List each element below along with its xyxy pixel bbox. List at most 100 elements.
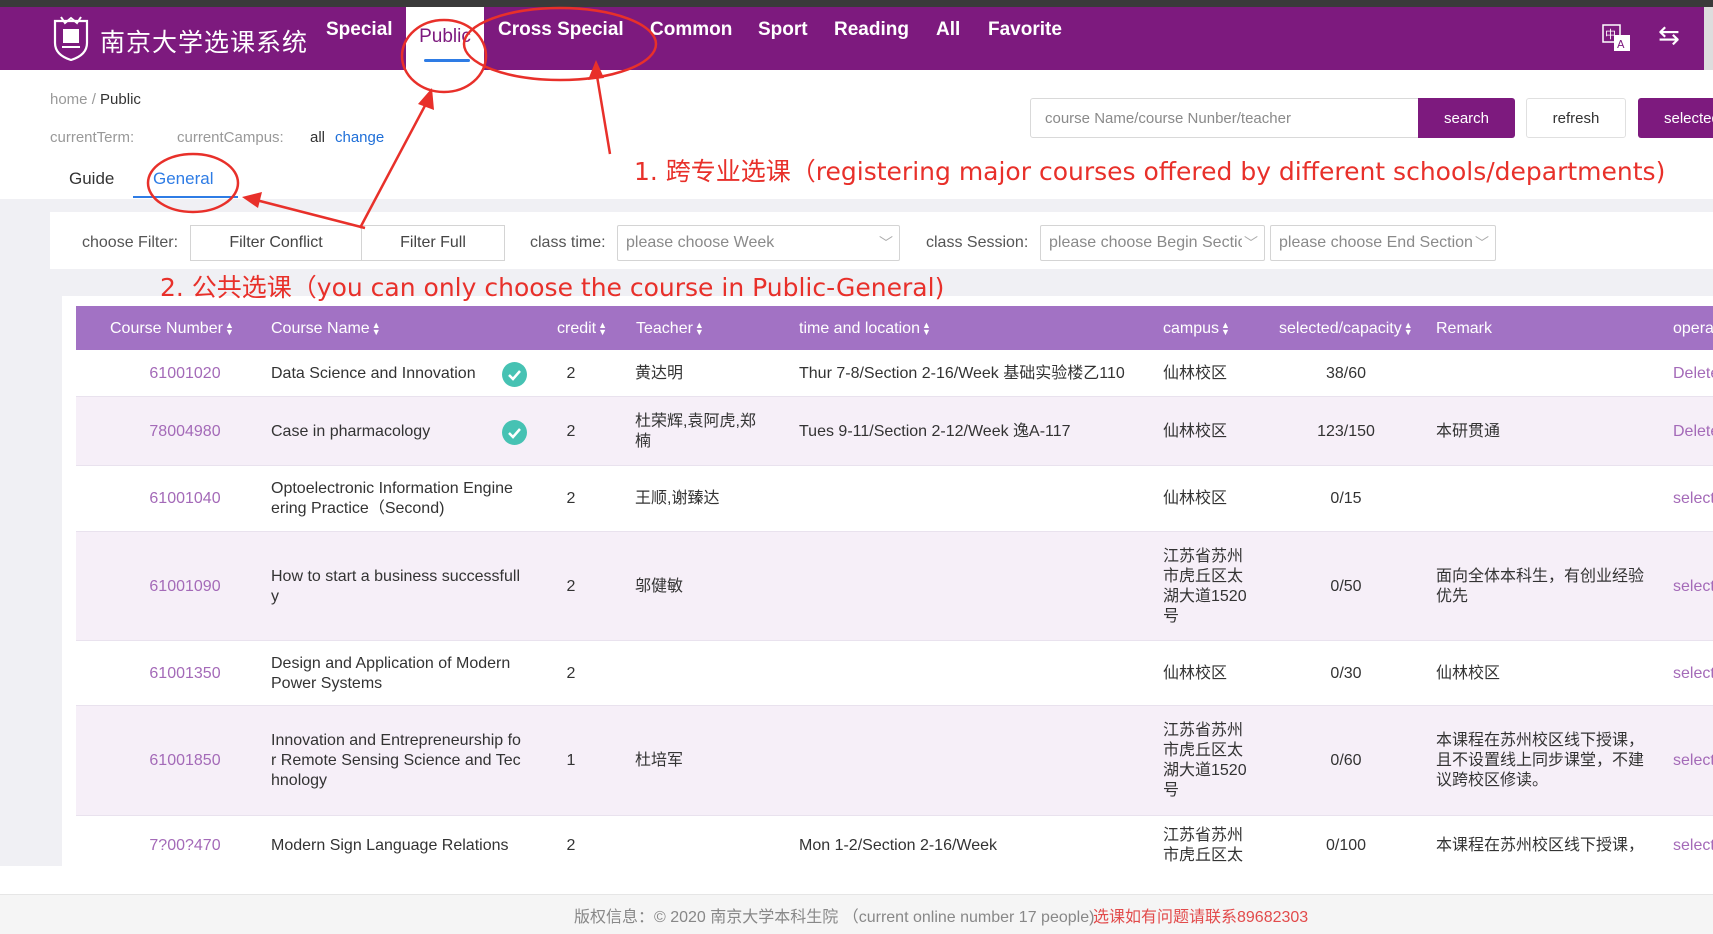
swap-arrows-icon[interactable]: ⇆: [1658, 20, 1680, 51]
course-number-link[interactable]: 61001020: [130, 350, 240, 397]
nav-reading[interactable]: Reading: [834, 19, 909, 41]
operate-link[interactable]: select: [1673, 466, 1713, 532]
col-remark: Remark: [1436, 320, 1493, 337]
campus-value: 江苏省苏州市虎丘区太湖大道1520号: [1163, 722, 1247, 799]
class-session-label: class Session:: [926, 234, 1029, 251]
tab-guide[interactable]: Guide: [69, 169, 114, 189]
remark-text: 本研贯通: [1436, 422, 1501, 440]
selected-courses-button[interactable]: selected: [1638, 98, 1713, 138]
course-number-link[interactable]: 78004980: [130, 397, 240, 466]
teacher-name: 黄达明: [635, 364, 684, 382]
week-select[interactable]: please choose Week ﹀: [617, 225, 900, 261]
sort-icon[interactable]: ▲ ▼: [372, 320, 381, 336]
language-switch-icon[interactable]: 中 A: [1602, 24, 1632, 52]
teacher-name: 邬健敏: [635, 577, 684, 595]
breadcrumb-separator: /: [91, 91, 96, 108]
arrowhead: [418, 88, 434, 110]
end-section-placeholder: please choose End Section: [1279, 234, 1473, 251]
sort-icon[interactable]: ▲ ▼: [225, 320, 234, 336]
filter-conflict-button[interactable]: Filter Conflict: [190, 225, 362, 261]
table-row: 61001850 Innovation and Entrepreneurship …: [76, 706, 1713, 816]
current-term-label: currentTerm:: [50, 129, 135, 146]
filter-full-button[interactable]: Filter Full: [361, 225, 505, 261]
remark-text: [1436, 466, 1656, 532]
capacity-value: 0/50: [1330, 577, 1362, 595]
table-row: 61001090 How to start a business successf…: [76, 532, 1713, 641]
course-name: How to start a business successfully: [271, 567, 520, 605]
nav-special[interactable]: Special: [326, 19, 393, 41]
table-row: 61001350 Design and Application of Modern…: [76, 641, 1713, 706]
teacher-name: 杜荣辉,袁阿虎,郑楠: [635, 412, 756, 450]
col-campus[interactable]: campus ▲ ▼: [1163, 320, 1230, 338]
selected-check-icon: [502, 419, 527, 445]
site-title: 南京大学选课系统: [100, 29, 309, 57]
end-section-select[interactable]: please choose End Section ﹀: [1270, 225, 1496, 261]
col-course-name[interactable]: Course Name ▲ ▼: [271, 320, 381, 338]
breadcrumb-home[interactable]: home: [50, 91, 88, 108]
search-button[interactable]: search: [1418, 98, 1515, 138]
teacher-name: [635, 641, 765, 706]
nav-all[interactable]: All: [936, 19, 960, 41]
capacity-value: 0/30: [1330, 664, 1362, 682]
operate-link[interactable]: select: [1673, 706, 1713, 816]
breadcrumb: home / Public: [50, 91, 141, 108]
nav-common[interactable]: Common: [650, 19, 732, 41]
sort-icon[interactable]: ▲ ▼: [598, 320, 607, 336]
nav-sport[interactable]: Sport: [758, 19, 808, 41]
change-campus-link[interactable]: change: [335, 129, 384, 146]
begin-section-placeholder: please choose Begin Section: [1049, 234, 1256, 251]
capacity-value: 123/150: [1317, 422, 1375, 440]
operate-link[interactable]: Delete: [1673, 350, 1713, 397]
col-course-number[interactable]: Course Number ▲ ▼: [110, 320, 234, 338]
selected-check-icon: [502, 361, 527, 387]
col-credit[interactable]: credit ▲ ▼: [557, 320, 607, 338]
nav-cross-special[interactable]: Cross Special: [498, 19, 624, 41]
time-location: [799, 641, 1149, 706]
course-name: Case in pharmacology: [271, 422, 431, 440]
campus-value: 仙林校区: [1163, 422, 1228, 440]
course-name: Data Science and Innovation: [271, 364, 476, 382]
time-location: Tues 9-11/Section 2-12/Week 逸A-117: [799, 422, 1071, 440]
table-row: 78004980 Case in pharmacology 2 杜荣辉,袁阿虎,郑楠 T…: [76, 397, 1713, 466]
page-bottom-strip: [0, 866, 1713, 894]
sort-icon[interactable]: ▲ ▼: [922, 320, 931, 336]
breadcrumb-current: Public: [100, 91, 141, 108]
university-logo-icon: [53, 16, 89, 61]
refresh-button[interactable]: refresh: [1526, 98, 1626, 138]
course-name: Design and Application of Modern Power S…: [271, 654, 511, 692]
svg-text:A: A: [1617, 38, 1625, 51]
course-number-link[interactable]: 61001040: [130, 466, 240, 532]
chevron-down-icon: ﹀: [1473, 226, 1489, 260]
credit-value: 2: [566, 422, 576, 440]
sort-icon[interactable]: ▲ ▼: [1404, 320, 1413, 336]
remark-text: 面向全体本科生，有创业经验优先: [1436, 567, 1645, 605]
sort-icon[interactable]: ▲ ▼: [1221, 320, 1230, 336]
chevron-down-icon: ﹀: [879, 235, 893, 251]
operate-link[interactable]: Delete: [1673, 397, 1713, 466]
col-time-location[interactable]: time and location ▲ ▼: [799, 320, 931, 338]
sort-icon[interactable]: ▲ ▼: [695, 320, 704, 336]
search-input[interactable]: [1030, 98, 1419, 138]
footer-copyright: 版权信息：© 2020 南京大学本科生院 （current online num…: [574, 909, 1095, 926]
course-number-link[interactable]: 61001090: [130, 532, 240, 641]
begin-section-select[interactable]: please choose Begin Section ﹀: [1040, 225, 1265, 261]
operate-link[interactable]: select: [1673, 641, 1713, 706]
campus-value: 仙林校区: [1163, 664, 1228, 682]
nav-active-indicator: [424, 59, 470, 62]
nav-favorite[interactable]: Favorite: [988, 19, 1062, 41]
course-number-link[interactable]: 61001850: [130, 706, 240, 816]
current-campus-value: all: [310, 129, 326, 146]
time-location: [799, 532, 1149, 641]
col-teacher[interactable]: Teacher ▲ ▼: [636, 320, 704, 338]
course-name: Optoelectronic Information Engineering P…: [271, 480, 513, 517]
credit-value: 2: [566, 490, 576, 507]
campus-value: 江苏省苏州市虎丘区太湖大道1520号: [1163, 547, 1247, 625]
credit-value: 1: [566, 752, 576, 769]
col-capacity[interactable]: selected/capacity ▲ ▼: [1279, 320, 1413, 338]
table-row: 61001040 Optoelectronic Information Engin…: [76, 466, 1713, 532]
operate-link[interactable]: select: [1673, 532, 1713, 641]
tab-general[interactable]: General: [153, 169, 213, 189]
scrollbar[interactable]: [1704, 7, 1713, 70]
annotation-note-2: 2. 公共选课（you can only choose the course i…: [160, 273, 945, 302]
course-number-link[interactable]: 61001350: [130, 641, 240, 706]
